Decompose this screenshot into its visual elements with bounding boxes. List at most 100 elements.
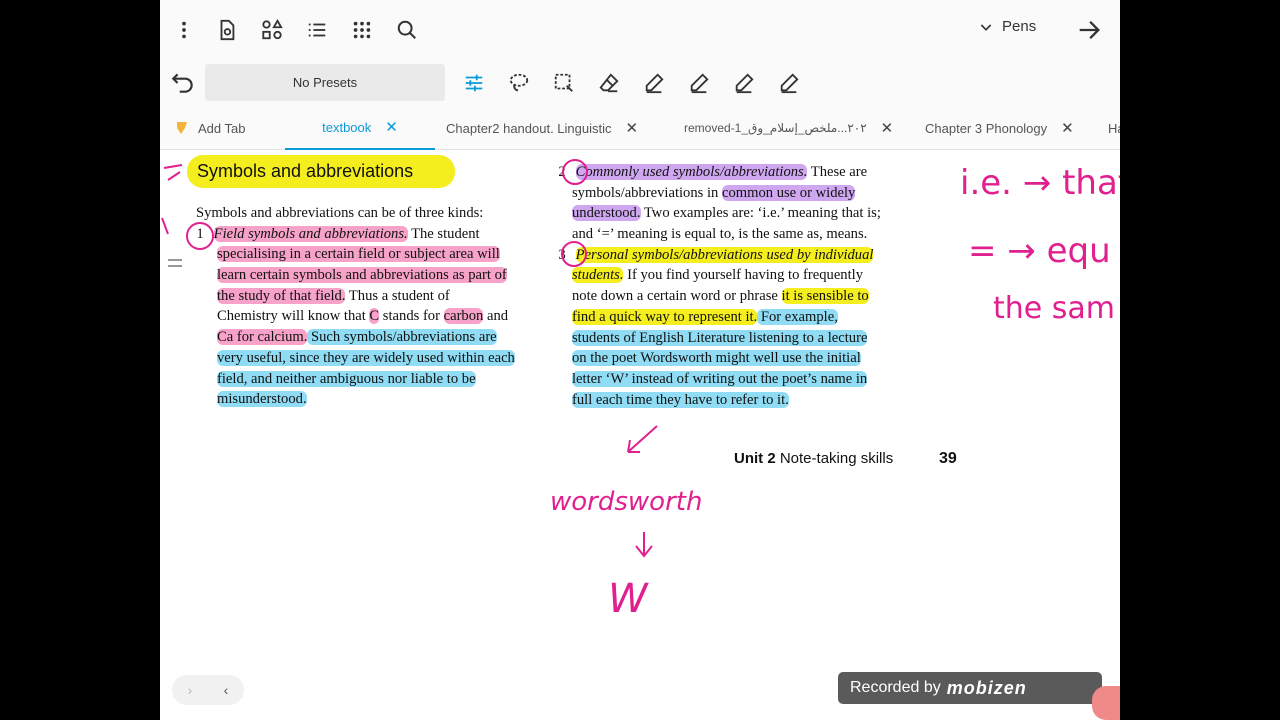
note-app-window: Pens No Presets Add Tab textbook ✕ Chapt… [160, 0, 1120, 720]
highlight-pink: the study of that field. [217, 287, 346, 304]
text-line: 1 Field symbols and abbreviations. The s… [190, 224, 561, 245]
pen-icon[interactable] [731, 70, 757, 96]
note-ie: i.e. → that [960, 163, 1120, 203]
presets-selector[interactable]: No Presets [205, 64, 445, 101]
tab-label: Chapter 3 Phonology [925, 120, 1048, 136]
outline-list-icon[interactable] [302, 15, 332, 45]
text-line: understood. Two examples are: ‘i.e.’ mea… [572, 203, 952, 224]
undo-icon[interactable] [170, 70, 196, 96]
arrow-stroke [635, 532, 653, 558]
previous-page-icon[interactable]: ‹ [224, 682, 229, 698]
side-handle-icon[interactable] [164, 252, 186, 274]
section-heading: Symbols and abbreviations [187, 155, 455, 188]
highlight-blue: students of English Literature listening… [572, 329, 868, 346]
highlight-blue: on the poet Wordsworth might well use th… [572, 350, 861, 367]
tab-label: Add Tab [198, 120, 246, 136]
text-line: students. If you find yourself having to… [572, 265, 952, 286]
pen-icon[interactable] [641, 70, 667, 96]
note-equals: = → equ [968, 231, 1111, 271]
note-same: the sam [993, 291, 1115, 326]
text-span: Two examples are: ‘i.e.’ meaning that is… [640, 205, 881, 222]
text-line: find a quick way to represent it. For ex… [572, 307, 952, 328]
text-line: 2 Commonly used symbols/abbreviations. T… [552, 162, 952, 183]
rect-select-icon[interactable] [551, 70, 577, 96]
document-canvas[interactable]: Symbols and abbreviations Symbols and ab… [160, 150, 1120, 670]
left-column: Symbols and abbreviations can be of thre… [196, 203, 561, 410]
text-line: on the poet Wordsworth might well use th… [572, 348, 952, 369]
highlight-pink: specialising in a certain field or subje… [217, 246, 500, 263]
text-span: Thus a student of [345, 287, 450, 304]
tab-label: Chapter2 handout. Linguistic [446, 120, 612, 136]
text-line: letter ‘W’ instead of writing out the po… [572, 369, 952, 390]
highlight-yellow: Personal symbols/abbreviations used by i… [575, 246, 874, 263]
item-number: 1 [196, 225, 204, 242]
text-line: learn certain symbols and abbreviations … [196, 265, 561, 286]
item-number: 3 [558, 246, 566, 263]
grid-icon[interactable] [347, 15, 377, 45]
text-line: 3 Personal symbols/abbreviations used by… [552, 245, 952, 266]
highlight-blue: full each time they have to refer to it. [572, 391, 789, 408]
tab-chapter2-handout[interactable]: Chapter2 handout. Linguistic ✕ [446, 106, 638, 150]
close-icon[interactable]: ✕ [1061, 119, 1074, 137]
shapes-icon[interactable] [257, 15, 287, 45]
text-span: stands for [379, 308, 444, 325]
highlight-pink: carbon [443, 308, 484, 325]
highlight-purple: understood. [572, 205, 641, 222]
tab-label: textbook [322, 119, 372, 135]
search-icon[interactable] [392, 15, 422, 45]
recorder-watermark: Recorded by mobizen [838, 672, 1102, 704]
text-span: note down a certain word or phrase [572, 288, 782, 305]
text-line: specialising in a certain field or subje… [196, 244, 561, 265]
arrow-stroke [627, 425, 658, 453]
tab-textbook[interactable]: textbook ✕ [285, 106, 435, 150]
tab-removed-file[interactable]: removed-1_٢٠٢...ملخص_إسلام_وق ✕ [684, 106, 893, 150]
page-number: 39 [939, 450, 957, 467]
item-number: 2 [558, 164, 566, 180]
add-tab-icon [177, 122, 187, 134]
recorded-by-label: Recorded by [850, 679, 941, 696]
arrow-right-icon[interactable] [1075, 16, 1103, 44]
mark-stroke [161, 217, 169, 235]
eraser-icon[interactable] [596, 70, 622, 96]
next-page-icon[interactable]: › [188, 682, 193, 698]
highlight-blue: field, and neither ambiguous nor liable … [217, 370, 476, 387]
highlight-yellow: find a quick way to represent it. [572, 308, 758, 325]
close-icon[interactable]: ✕ [626, 119, 639, 137]
pen-icon[interactable] [776, 70, 802, 96]
text-span: symbols/abbreviations in [572, 184, 722, 201]
pens-label: Pens [1002, 18, 1037, 35]
pens-dropdown[interactable]: Pens [978, 18, 1036, 35]
text-line: misunderstood. [196, 389, 561, 410]
text-line: Ca for calcium. Such symbols/abbreviatio… [196, 327, 561, 348]
add-tab-button[interactable]: Add Tab [176, 106, 245, 150]
top-toolbar: Pens [160, 0, 1120, 60]
tab-label: removed-1_٢٠٢...ملخص_إسلام_وق [684, 121, 867, 135]
tab-bar: Add Tab textbook ✕ Chapter2 handout. Lin… [160, 106, 1120, 150]
tab-label: Ha [1108, 120, 1120, 136]
page-settings-icon[interactable] [212, 15, 242, 45]
note-wordsworth: wordsworth [550, 487, 702, 517]
text-line: full each time they have to refer to it. [572, 390, 952, 411]
highlight-yellow: students. [572, 267, 624, 284]
highlight-pink: Ca for calcium. [217, 329, 308, 346]
highlight-pink: learn certain symbols and abbreviations … [217, 267, 507, 284]
text-span: and [483, 308, 509, 325]
lasso-icon[interactable] [506, 70, 532, 96]
recorder-logo-icon[interactable] [1092, 686, 1120, 720]
tab-chapter3-phonology[interactable]: Chapter 3 Phonology ✕ [925, 106, 1074, 150]
more-vertical-icon[interactable] [169, 15, 199, 45]
text-line: note down a certain word or phrase it is… [572, 286, 952, 307]
chevron-down-icon [980, 23, 992, 31]
tab-overflow[interactable]: Ha [1108, 106, 1120, 150]
pen-icon[interactable] [686, 70, 712, 96]
text-line: students of English Literature listening… [572, 328, 952, 349]
highlight-pink: Field symbols and abbreviations. [213, 225, 408, 242]
close-icon[interactable]: ✕ [385, 118, 398, 136]
page-footer: Unit 2 Note-taking skills [734, 450, 893, 467]
pen-settings-icon[interactable] [461, 70, 487, 96]
pen-toolbar: No Presets [160, 60, 1120, 106]
page-navigation: › ‹ [172, 675, 244, 705]
close-icon[interactable]: ✕ [881, 119, 894, 137]
text-line: and ‘=’ meaning is equal to, is the same… [572, 226, 868, 243]
arrow-stroke [163, 164, 183, 181]
